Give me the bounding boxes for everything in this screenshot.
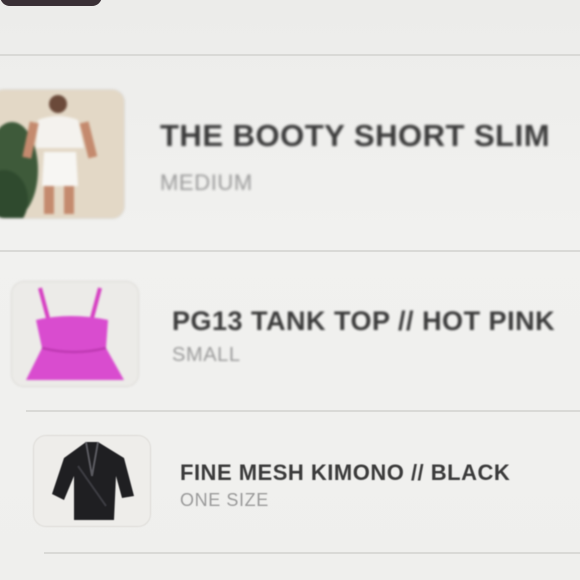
product-title[interactable]: FINE MESH KIMONO // BLACK [180, 460, 510, 486]
cart-screen: THE BOOTY SHORT SLIM MEDIUM PG13 TANK TO… [0, 0, 580, 580]
black-kimono-photo-icon [34, 436, 150, 526]
product-thumbnail[interactable] [34, 436, 150, 526]
divider [44, 552, 580, 554]
cart-item[interactable]: FINE MESH KIMONO // BLACK ONE SIZE [0, 0, 580, 560]
product-variant: ONE SIZE [180, 490, 269, 510]
